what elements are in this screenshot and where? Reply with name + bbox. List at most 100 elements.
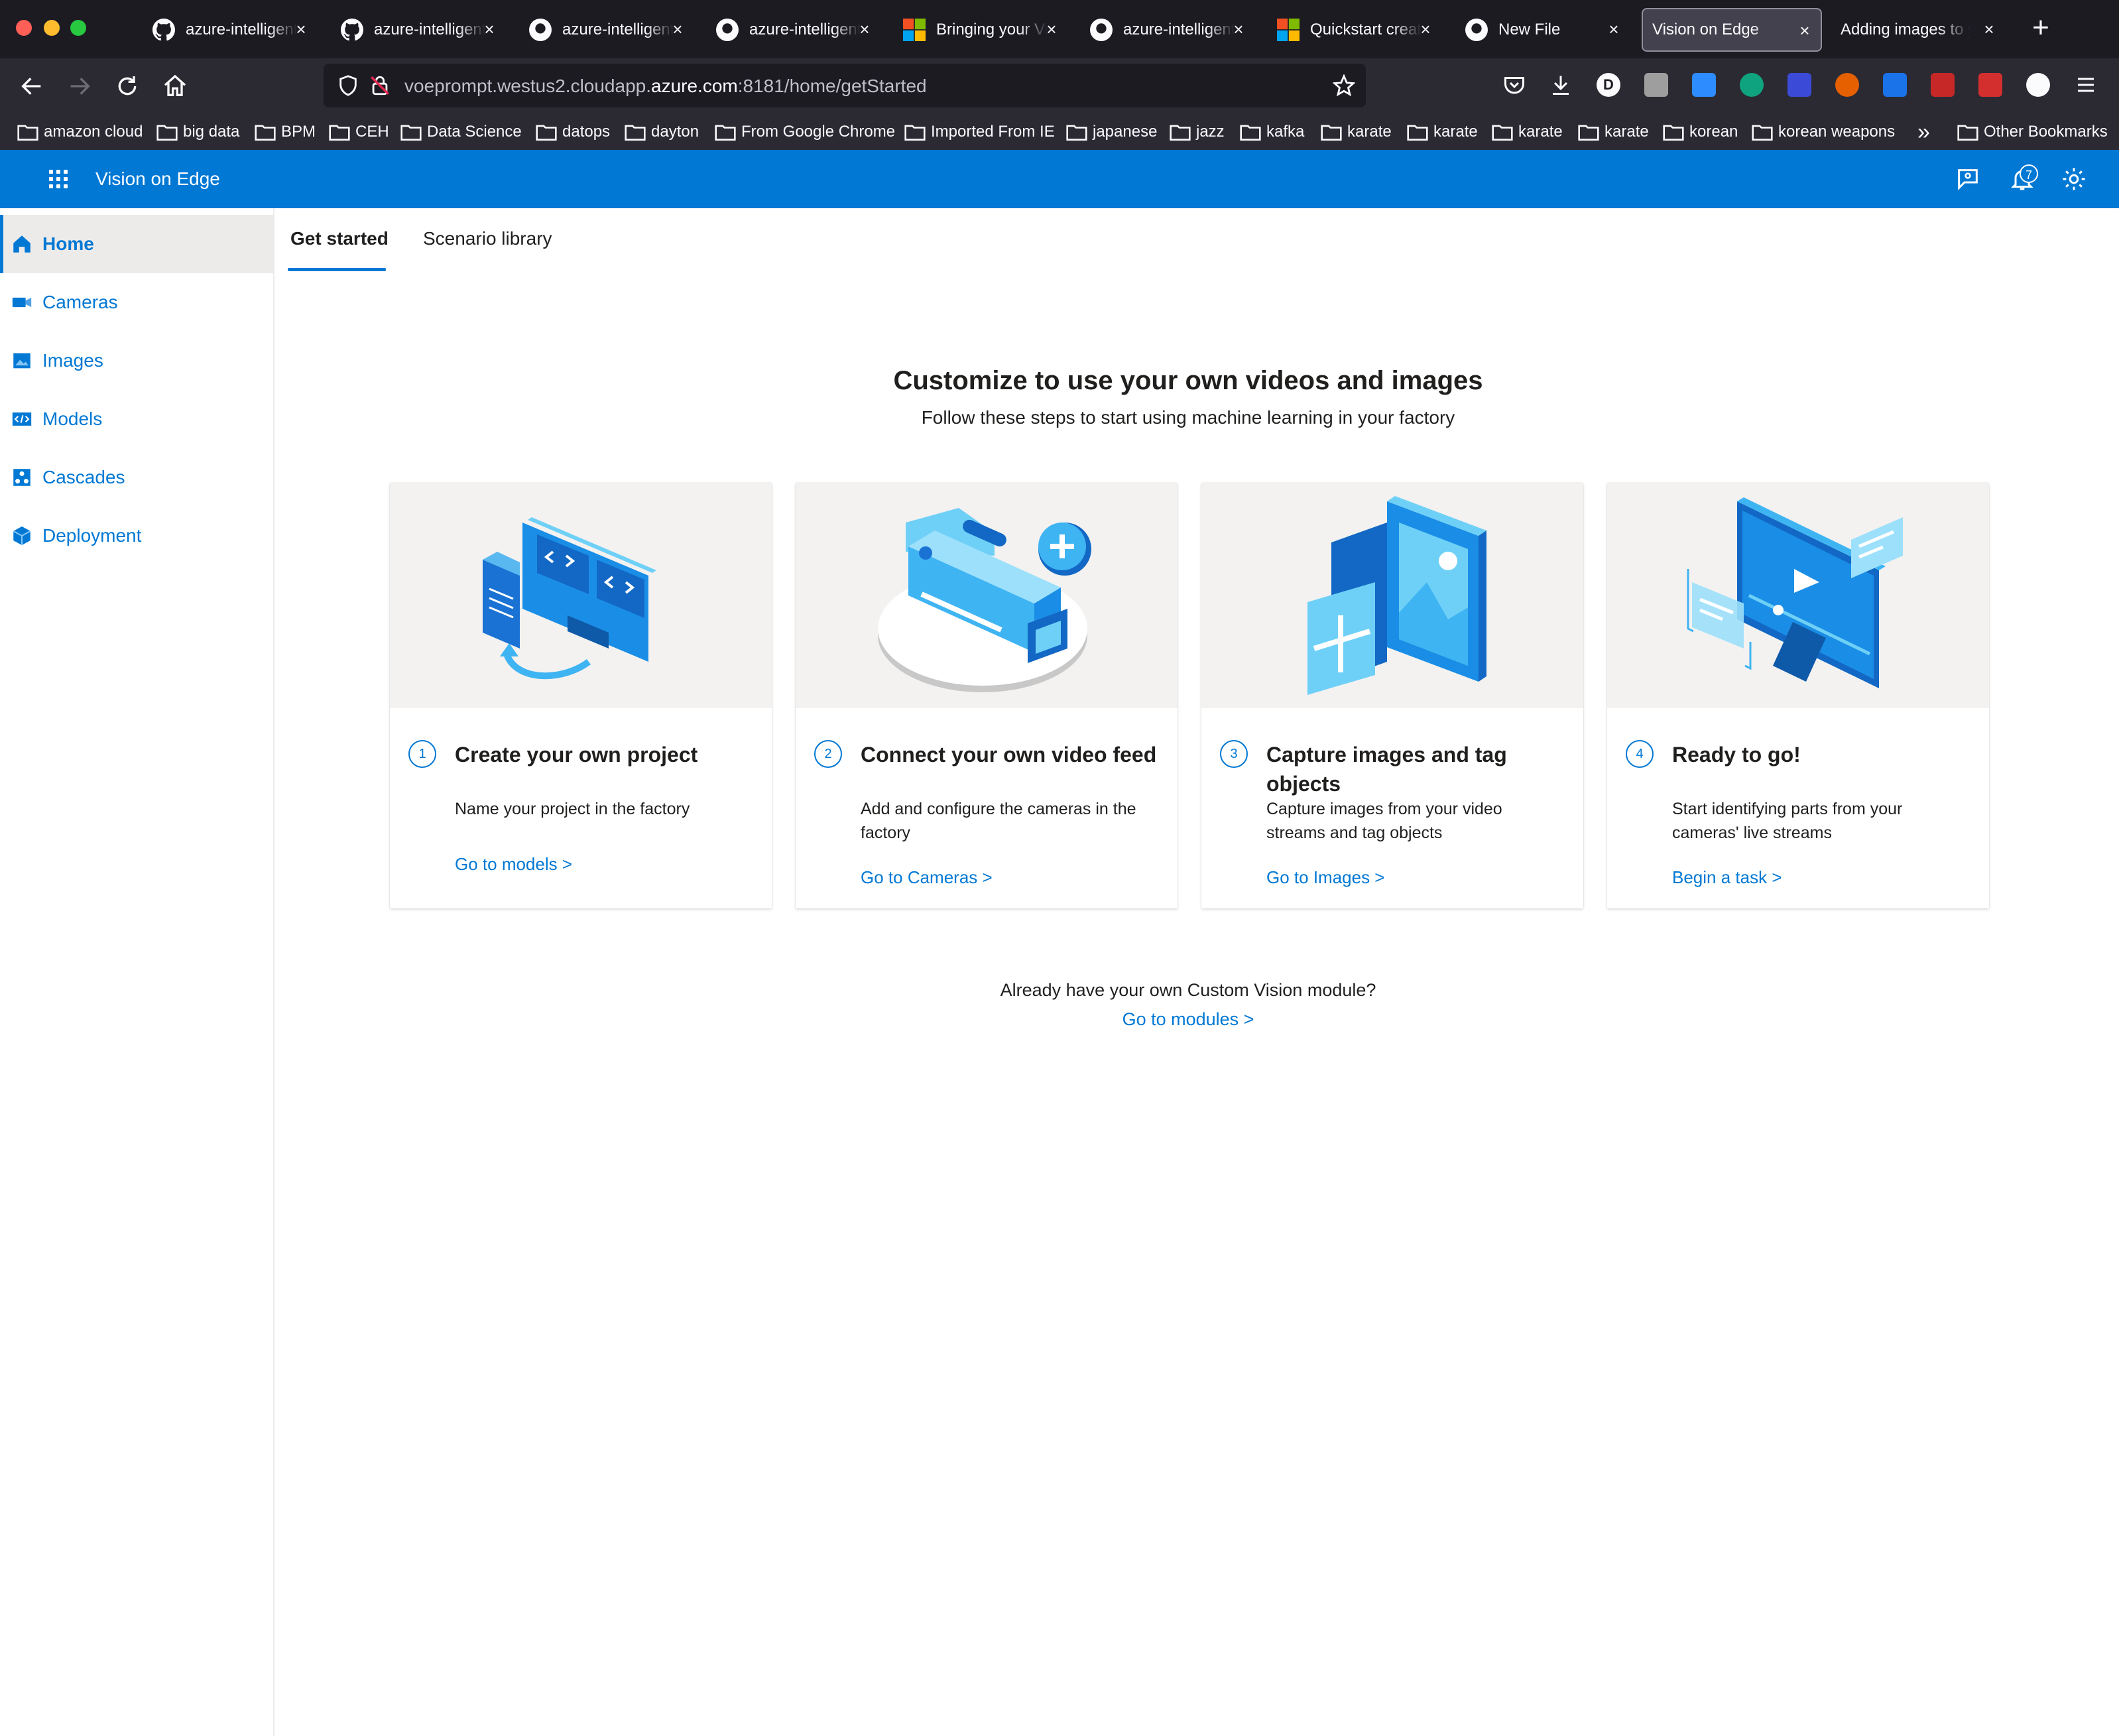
sidebar-item-home[interactable]: Home: [0, 215, 273, 273]
tab-get-started[interactable]: Get started: [290, 228, 389, 249]
browser-tab[interactable]: azure-intelligent-edge-patterns ×: [1081, 8, 1254, 52]
close-icon[interactable]: ×: [1795, 21, 1814, 40]
browser-tab[interactable]: azure-intelligent-edge-patterns ×: [143, 8, 317, 52]
go-to-modules-link[interactable]: Go to modules >: [0, 1009, 2119, 1030]
bookmark-label: korean: [1689, 123, 1738, 141]
extension-d-icon[interactable]: D: [1597, 73, 1620, 97]
download-icon[interactable]: [1549, 73, 1573, 97]
settings-gear-icon[interactable]: [2061, 166, 2087, 192]
feedback-icon[interactable]: [1955, 166, 1981, 192]
window-close-button[interactable]: [16, 20, 32, 36]
extension-pen-icon[interactable]: [1978, 73, 2002, 97]
folder-icon: [1240, 125, 1261, 141]
reload-icon[interactable]: [114, 73, 141, 99]
bookmark-label: BPM: [281, 123, 316, 141]
bookmark-folder[interactable]: big data: [156, 119, 239, 145]
extension-s-icon[interactable]: [1883, 73, 1907, 97]
bookmark-folder[interactable]: karate: [1578, 119, 1649, 145]
window-zoom-button[interactable]: [70, 20, 86, 36]
bookmark-folder[interactable]: dayton: [625, 119, 699, 145]
extension-a-icon[interactable]: [1740, 73, 1764, 97]
bookmark-folder[interactable]: korean weapons: [1752, 119, 1895, 145]
bookmark-folder[interactable]: BPM: [255, 119, 316, 145]
bookmarks-overflow-button[interactable]: »: [1917, 119, 1930, 145]
bookmark-label: datops: [562, 123, 611, 141]
card-illustration: [796, 483, 1178, 708]
tab-title: azure-intelligent-edge-patterns: [1123, 21, 1235, 38]
close-icon[interactable]: ×: [855, 20, 874, 38]
profile-icon[interactable]: [2026, 73, 2050, 97]
browser-tab[interactable]: azure-intelligent-edge-patterns ×: [707, 8, 880, 52]
extension-fox-icon[interactable]: [1835, 73, 1859, 97]
folder-icon: [1170, 125, 1191, 141]
extension-book-icon[interactable]: [1787, 73, 1811, 97]
browser-tab[interactable]: Adding images to your ×: [1831, 8, 2005, 52]
bookmark-label: From Google Chrome: [741, 123, 896, 141]
close-icon[interactable]: ×: [668, 20, 687, 38]
bookmark-folder[interactable]: amazon cloud: [17, 119, 143, 145]
browser-tab[interactable]: Quickstart create ×: [1268, 8, 1441, 52]
home-icon[interactable]: [162, 73, 188, 99]
bookmark-folder[interactable]: karate: [1407, 119, 1478, 145]
close-icon[interactable]: ×: [292, 20, 310, 38]
close-icon[interactable]: ×: [1604, 20, 1623, 38]
go-to-cameras-link[interactable]: Go to Cameras >: [861, 867, 993, 888]
forward-icon[interactable]: [66, 73, 93, 99]
go-to-models-link[interactable]: Go to models >: [455, 854, 572, 875]
begin-task-link[interactable]: Begin a task >: [1672, 867, 1782, 888]
bookmark-folder[interactable]: datops: [536, 119, 610, 145]
sidebar-item-deployment[interactable]: Deployment: [0, 507, 273, 565]
url-text[interactable]: voeprompt.westus2.cloudapp.azure.com:818…: [404, 76, 927, 97]
tab-scenario-library[interactable]: Scenario library: [423, 228, 552, 249]
go-to-images-link[interactable]: Go to Images >: [1266, 867, 1384, 888]
active-tab-indicator: [288, 268, 386, 271]
folder-icon: [255, 125, 276, 141]
bookmark-label: korean weapons: [1778, 123, 1896, 141]
bookmark-folder[interactable]: karate: [1492, 119, 1563, 145]
close-icon[interactable]: ×: [1980, 20, 1998, 38]
deployment-icon: [13, 526, 31, 546]
card-title: Create your own project: [455, 743, 698, 767]
browser-tab[interactable]: azure-intelligent-edge-patterns ×: [520, 8, 694, 52]
app-title: Vision on Edge: [95, 168, 220, 189]
extension-translate-icon[interactable]: [1644, 73, 1668, 97]
card-title: Capture images and tag objects: [1266, 743, 1507, 796]
bookmark-folder[interactable]: jazz: [1170, 119, 1225, 145]
bookmark-label: Other Bookmarks: [1984, 123, 2108, 141]
close-icon[interactable]: ×: [1229, 20, 1248, 38]
close-icon[interactable]: ×: [480, 20, 499, 38]
other-bookmarks[interactable]: Other Bookmarks: [1957, 119, 2108, 145]
back-icon[interactable]: [19, 73, 45, 99]
shield-icon[interactable]: [337, 74, 359, 97]
bookmark-folder[interactable]: Data Science: [400, 119, 522, 145]
cascades-icon: [13, 469, 30, 486]
bookmark-folder[interactable]: japanese: [1066, 119, 1157, 145]
bookmark-folder[interactable]: Imported From IE: [904, 119, 1055, 145]
sidebar-item-cameras[interactable]: Cameras: [0, 273, 273, 332]
browser-tab[interactable]: Bringing your Vision AI ×: [894, 8, 1067, 52]
close-icon[interactable]: ×: [1416, 20, 1435, 38]
camera-icon: [12, 297, 32, 308]
browser-tab[interactable]: New File ×: [1456, 8, 1630, 52]
bookmark-folder[interactable]: kafka: [1240, 119, 1304, 145]
new-tab-button[interactable]: +: [2026, 13, 2055, 44]
bookmark-folder[interactable]: karate: [1321, 119, 1392, 145]
card-illustration: [1201, 483, 1583, 708]
browser-tab-active[interactable]: Vision on Edge ×: [1642, 8, 1822, 52]
zoom-extension-icon[interactable]: [1692, 73, 1716, 97]
menu-icon[interactable]: [2074, 73, 2098, 97]
bookmark-folder[interactable]: CEH: [329, 119, 389, 145]
browser-tab[interactable]: azure-intelligent-edge-patterns ×: [332, 8, 505, 52]
extension-alert-icon[interactable]: [1931, 73, 1955, 97]
card-description: Name your project in the factory: [455, 800, 690, 818]
pocket-icon[interactable]: [1502, 73, 1526, 97]
bookmark-folder[interactable]: From Google Chrome: [715, 119, 895, 145]
insecure-lock-icon[interactable]: [369, 74, 391, 97]
close-icon[interactable]: ×: [1042, 20, 1061, 38]
waffle-icon[interactable]: [49, 170, 68, 188]
bookmark-folder[interactable]: korean: [1663, 119, 1738, 145]
bookmark-star-icon[interactable]: [1333, 74, 1355, 97]
address-bar[interactable]: voeprompt.westus2.cloudapp.azure.com:818…: [324, 64, 1366, 107]
window-minimize-button[interactable]: [44, 20, 60, 36]
sidebar-item-cascades[interactable]: Cascades: [0, 448, 273, 507]
